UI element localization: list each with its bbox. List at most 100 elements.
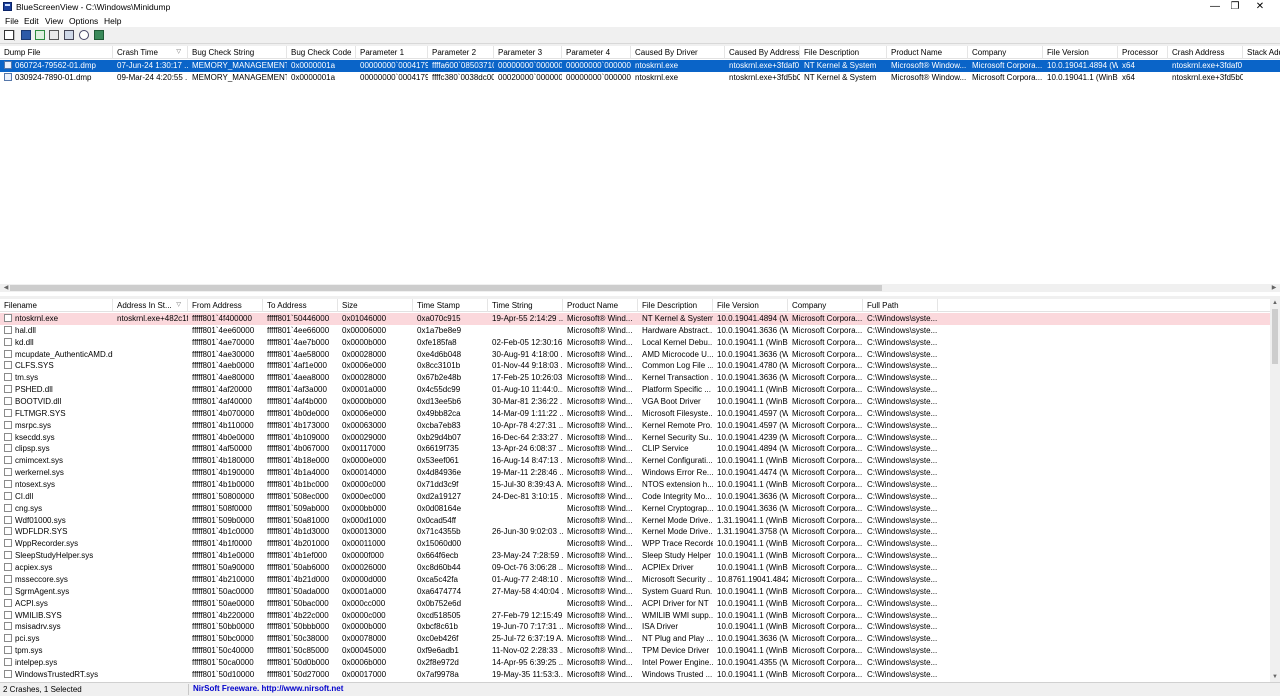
table-cell: C:\Windows\syste... xyxy=(867,610,938,620)
scrollbar-thumb[interactable] xyxy=(10,285,882,291)
module-row[interactable]: msseccore.sys fffff801`4b210000 fffff801`4… xyxy=(0,574,1280,586)
table-cell: fffff801`50d0b000 xyxy=(267,657,330,667)
table-cell: BOOTVID.dll xyxy=(0,396,113,408)
crashes-column-header[interactable]: Stack Add xyxy=(1243,46,1280,59)
scroll-up-arrow[interactable]: ▲ xyxy=(1271,299,1279,307)
menu-edit[interactable]: Edit xyxy=(24,16,39,26)
module-row[interactable]: CLFS.SYS fffff801`4aeb0000 fffff801`4af1e0… xyxy=(0,360,1280,372)
module-row[interactable]: Wdf01000.sys fffff801`509b0000 fffff801`50… xyxy=(0,515,1280,527)
modules-column-header[interactable]: To Address xyxy=(263,299,338,312)
module-row[interactable]: ACPI.sys fffff801`50ae0000 fffff801`50bac0… xyxy=(0,598,1280,610)
copy-icon[interactable] xyxy=(49,30,59,40)
scroll-down-arrow[interactable]: ▼ xyxy=(1271,673,1279,681)
title-bar: BlueScreenView - C:\Windows\Minidump — ❐… xyxy=(0,0,1280,14)
module-row[interactable]: WindowsTrustedRT.sys fffff801`50d10000 fff… xyxy=(0,669,1280,681)
modules-column-header[interactable]: Size xyxy=(338,299,413,312)
module-row[interactable]: hal.dll fffff801`4ee60000 fffff801`4ee6600… xyxy=(0,325,1280,337)
modules-column-header[interactable]: File Description xyxy=(638,299,713,312)
crash-list[interactable]: Dump File Crash Time ▽ Bug Check String Bug … xyxy=(0,46,1280,296)
module-row[interactable]: kd.dll fffff801`4ae70000 fffff801`4ae7b000… xyxy=(0,337,1280,349)
module-list[interactable]: Filename Address In St... ▽ From Address To … xyxy=(0,299,1280,682)
crash-list-horizontal-scrollbar[interactable]: ◀ ▶ xyxy=(0,284,1280,292)
module-row[interactable]: acpiex.sys fffff801`50a90000 fffff801`50ab… xyxy=(0,562,1280,574)
modules-column-header[interactable]: Filename xyxy=(0,299,113,312)
close-button[interactable]: ✕ xyxy=(1240,0,1280,14)
properties-icon[interactable] xyxy=(4,30,14,40)
crashes-column-header[interactable]: File Description xyxy=(800,46,887,59)
crashes-column-header[interactable]: Crash Time ▽ xyxy=(113,46,188,59)
module-row[interactable]: mcupdate_AuthenticAMD.dll fffff801`4ae300… xyxy=(0,349,1280,361)
crashes-column-header[interactable]: File Version xyxy=(1043,46,1118,59)
module-row[interactable]: clipsp.sys fffff801`4af50000 fffff801`4b06… xyxy=(0,443,1280,455)
menu-file[interactable]: File xyxy=(5,16,19,26)
table-cell: 10.0.19041.1 (WinB... xyxy=(717,586,788,596)
module-row[interactable]: msrpc.sys fffff801`4b110000 fffff801`4b173… xyxy=(0,420,1280,432)
modules-column-header[interactable]: Address In St... ▽ xyxy=(113,299,188,312)
modules-column-header[interactable]: From Address xyxy=(188,299,263,312)
find-icon[interactable] xyxy=(79,30,89,40)
table-cell: 0x0000b000 xyxy=(342,622,387,632)
file-name: BOOTVID.dll xyxy=(15,397,62,407)
scrollbar-thumb[interactable] xyxy=(1272,309,1278,364)
menu-help[interactable]: Help xyxy=(104,16,121,26)
module-row[interactable]: WDFLDR.SYS fffff801`4b1c0000 fffff801`4b1d… xyxy=(0,526,1280,538)
crashes-column-header[interactable]: Processor xyxy=(1118,46,1168,59)
module-row[interactable]: PSHED.dll fffff801`4af20000 fffff801`4af3a… xyxy=(0,384,1280,396)
table-cell: 19-Apr-55 2:14:29 ... xyxy=(492,314,563,323)
crashes-column-header[interactable]: Parameter 1 xyxy=(356,46,428,59)
html-report-icon[interactable] xyxy=(35,30,45,40)
module-row[interactable]: cmimcext.sys fffff801`4b180000 fffff801`4b… xyxy=(0,455,1280,467)
module-row[interactable]: FLTMGR.SYS fffff801`4b070000 fffff801`4b0d… xyxy=(0,408,1280,420)
module-row[interactable]: WMILIB.SYS fffff801`4b220000 fffff801`4b22… xyxy=(0,610,1280,622)
module-row[interactable]: CI.dll fffff801`50800000 fffff801`508ec000… xyxy=(0,491,1280,503)
scroll-left-arrow[interactable]: ◀ xyxy=(2,284,10,292)
crash-row[interactable]: 030924-7890-01.dmp 09-Mar-24 4:20:55 ... M… xyxy=(0,72,1280,84)
modules-column-header[interactable]: Time String xyxy=(488,299,563,312)
module-row[interactable]: SleepStudyHelper.sys fffff801`4b1e0000 fff… xyxy=(0,550,1280,562)
crashes-column-header[interactable]: Parameter 4 xyxy=(562,46,631,59)
exit-icon[interactable] xyxy=(94,30,104,40)
advanced-options-icon[interactable] xyxy=(64,30,74,40)
crashes-column-header[interactable]: Parameter 2 xyxy=(428,46,494,59)
module-row[interactable]: werkernel.sys fffff801`4b190000 fffff801`4… xyxy=(0,467,1280,479)
crashes-column-header[interactable]: Company xyxy=(968,46,1043,59)
nirsoft-link[interactable]: NirSoft Freeware. http://www.nirsoft.net xyxy=(193,684,343,693)
crashes-column-header[interactable]: Bug Check Code xyxy=(287,46,356,59)
menu-view[interactable]: View xyxy=(45,16,63,26)
crashes-column-header[interactable]: Caused By Driver xyxy=(631,46,725,59)
module-row[interactable]: msisadrv.sys fffff801`50bb0000 fffff801`50… xyxy=(0,621,1280,633)
table-cell: WppRecorder.sys xyxy=(0,538,113,550)
module-row[interactable]: SgrmAgent.sys fffff801`50ac0000 fffff801`5… xyxy=(0,586,1280,598)
module-row[interactable]: tpm.sys fffff801`50c40000 fffff801`50c8500… xyxy=(0,645,1280,657)
module-row[interactable]: ntosext.sys fffff801`4b1b0000 fffff801`4b1… xyxy=(0,479,1280,491)
crashes-column-header[interactable]: Caused By Address xyxy=(725,46,800,59)
modules-column-header[interactable]: File Version xyxy=(713,299,788,312)
table-cell: C:\Windows\syste... xyxy=(867,337,938,347)
modules-column-header[interactable]: Time Stamp xyxy=(413,299,488,312)
module-row[interactable]: cng.sys fffff801`508f0000 fffff801`509ab00… xyxy=(0,503,1280,515)
module-row[interactable]: ksecdd.sys fffff801`4b0e0000 fffff801`4b10… xyxy=(0,432,1280,444)
crash-row[interactable]: 060724-79562-01.dmp 07-Jun-24 1:30:17 ...… xyxy=(0,60,1280,72)
module-row[interactable]: WppRecorder.sys fffff801`4b1f0000 fffff801… xyxy=(0,538,1280,550)
crashes-column-header[interactable]: Crash Address xyxy=(1168,46,1243,59)
module-row[interactable]: pci.sys fffff801`50bc0000 fffff801`50c3800… xyxy=(0,633,1280,645)
modules-column-header[interactable]: Company xyxy=(788,299,863,312)
modules-column-header[interactable]: Product Name xyxy=(563,299,638,312)
table-cell: Microsoft Corpora... xyxy=(792,444,863,454)
crashes-column-header[interactable]: Parameter 3 xyxy=(494,46,562,59)
module-row[interactable]: BOOTVID.dll fffff801`4af40000 fffff801`4af… xyxy=(0,396,1280,408)
module-list-vertical-scrollbar[interactable]: ▲ ▼ xyxy=(1270,299,1280,682)
crashes-column-header[interactable]: Product Name xyxy=(887,46,968,59)
crashes-column-header[interactable]: Dump File xyxy=(0,46,113,59)
module-row[interactable]: ntoskrnl.exe ntoskrnl.exe+482c1f fffff801`… xyxy=(0,313,1280,325)
menu-options[interactable]: Options xyxy=(69,16,98,26)
table-cell: Microsoft Corpora... xyxy=(792,432,863,442)
module-row[interactable]: intelpep.sys fffff801`50ca0000 fffff801`50… xyxy=(0,657,1280,669)
scroll-right-arrow[interactable]: ▶ xyxy=(1270,284,1278,292)
table-cell: fffff801`4af50000 xyxy=(192,444,252,454)
modules-column-header[interactable]: Full Path xyxy=(863,299,938,312)
crashes-column-header[interactable]: Bug Check String xyxy=(188,46,287,59)
save-icon[interactable] xyxy=(21,30,31,40)
table-cell: mcupdate_AuthenticAMD.dll xyxy=(0,349,113,361)
module-row[interactable]: tm.sys fffff801`4ae80000 fffff801`4aea8000… xyxy=(0,372,1280,384)
